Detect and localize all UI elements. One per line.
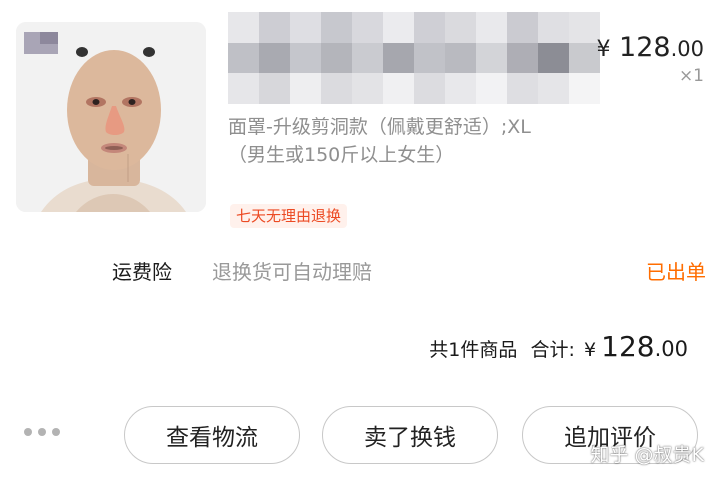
total-label: 合计: (530, 339, 575, 361)
quantity: ×1 (678, 66, 704, 86)
product-title-blurred[interactable] (228, 12, 600, 104)
price-integer: 128 (619, 32, 671, 63)
watermark: 知乎 @叔贵K (590, 444, 705, 466)
price-cents: .00 (670, 37, 704, 61)
product-spec[interactable]: 面罩-升级剪洞款（佩戴更舒适）;XL（男生或150斤以上女生） (228, 113, 538, 169)
order-total: 共1件商品 合计: ¥ 128.00 (429, 330, 688, 363)
shipping-insurance-status[interactable]: 已出单 (646, 256, 706, 285)
item-count: 共1件商品 (429, 339, 518, 361)
price-currency: ¥ (596, 37, 611, 62)
total-currency: ¥ (583, 339, 597, 361)
shipping-insurance-label: 运费险 (112, 260, 172, 284)
view-logistics-button[interactable]: 查看物流 (124, 406, 300, 464)
total-amount: 128 (601, 330, 655, 363)
resell-button[interactable]: 卖了换钱 (322, 406, 498, 464)
return-policy-tag: 七天无理由退换 (230, 204, 348, 228)
shipping-insurance-desc: 退换货可自动理赔 (212, 260, 372, 284)
product-image[interactable] (16, 22, 206, 212)
unit-price: ¥ 128.00 (596, 32, 704, 63)
total-amount-cents: .00 (654, 337, 688, 361)
more-dots-icon[interactable] (24, 428, 60, 436)
